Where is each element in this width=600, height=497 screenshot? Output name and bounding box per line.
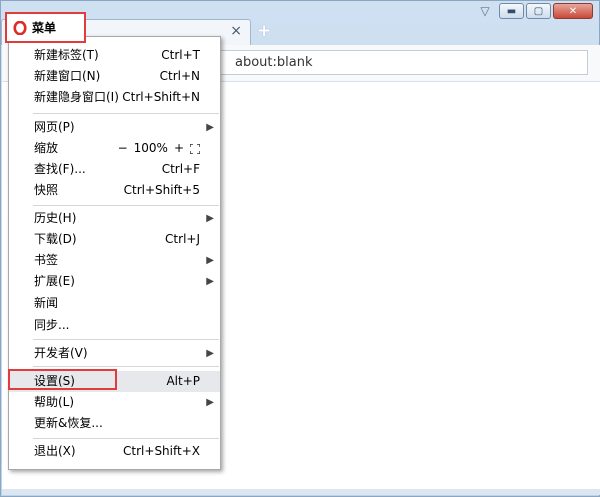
- zoom-controls: − 100% +: [118, 138, 200, 159]
- opera-menu-button[interactable]: 菜单: [5, 12, 86, 43]
- menu-separator: [33, 339, 219, 340]
- zoom-level: 100%: [133, 141, 168, 155]
- main-menu: 新建标签(T) Ctrl+T 新建窗口(N) Ctrl+N 新建隐身窗口(I) …: [8, 36, 221, 470]
- menu-item-help[interactable]: 帮助(L) ▶: [9, 392, 220, 413]
- menu-item-page[interactable]: 网页(P) ▶: [9, 117, 220, 138]
- zoom-out-button[interactable]: −: [118, 138, 128, 159]
- new-tab-button[interactable]: +: [257, 21, 271, 41]
- zoom-in-button[interactable]: +: [174, 138, 184, 159]
- chevron-right-icon: ▶: [206, 276, 214, 287]
- menu-item-new-window[interactable]: 新建窗口(N) Ctrl+N: [9, 66, 220, 87]
- chevron-right-icon: ▶: [206, 213, 214, 224]
- menu-item-bookmarks[interactable]: 书签 ▶: [9, 250, 220, 271]
- menu-item-find[interactable]: 查找(F)... Ctrl+F: [9, 159, 220, 180]
- menu-item-snapshot[interactable]: 快照 Ctrl+Shift+5: [9, 180, 220, 201]
- chevron-right-icon: ▶: [206, 122, 214, 133]
- menu-item-sync[interactable]: 同步...: [9, 315, 220, 336]
- menu-separator: [33, 205, 219, 206]
- chevron-right-icon: ▶: [206, 397, 214, 408]
- menu-item-zoom: 缩放 − 100% +: [9, 138, 220, 159]
- status-bar: [2, 489, 600, 495]
- opera-logo-icon: [13, 20, 27, 35]
- menu-item-extensions[interactable]: 扩展(E) ▶: [9, 271, 220, 292]
- address-bar[interactable]: about:blank: [202, 50, 588, 75]
- menu-item-settings[interactable]: 设置(S) Alt+P: [9, 371, 220, 392]
- menu-item-new-tab[interactable]: 新建标签(T) Ctrl+T: [9, 45, 220, 66]
- chevron-right-icon: ▶: [206, 255, 214, 266]
- menu-separator: [33, 438, 219, 439]
- tab-close-icon[interactable]: ×: [230, 23, 242, 39]
- menu-item-news[interactable]: 新闻: [9, 293, 220, 314]
- menu-item-new-private-window[interactable]: 新建隐身窗口(I) Ctrl+Shift+N: [9, 87, 220, 108]
- menu-item-history[interactable]: 历史(H) ▶: [9, 208, 220, 229]
- menu-item-developer[interactable]: 开发者(V) ▶: [9, 343, 220, 364]
- fullscreen-icon[interactable]: [190, 143, 200, 154]
- menu-item-update-recovery[interactable]: 更新&恢复...: [9, 413, 220, 434]
- menu-button-label: 菜单: [32, 21, 57, 35]
- menu-separator: [33, 366, 219, 367]
- menu-item-downloads[interactable]: 下载(D) Ctrl+J: [9, 229, 220, 250]
- chevron-right-icon: ▶: [206, 348, 214, 359]
- menu-item-exit[interactable]: 退出(X) Ctrl+Shift+X: [9, 441, 220, 462]
- menu-separator: [33, 113, 219, 114]
